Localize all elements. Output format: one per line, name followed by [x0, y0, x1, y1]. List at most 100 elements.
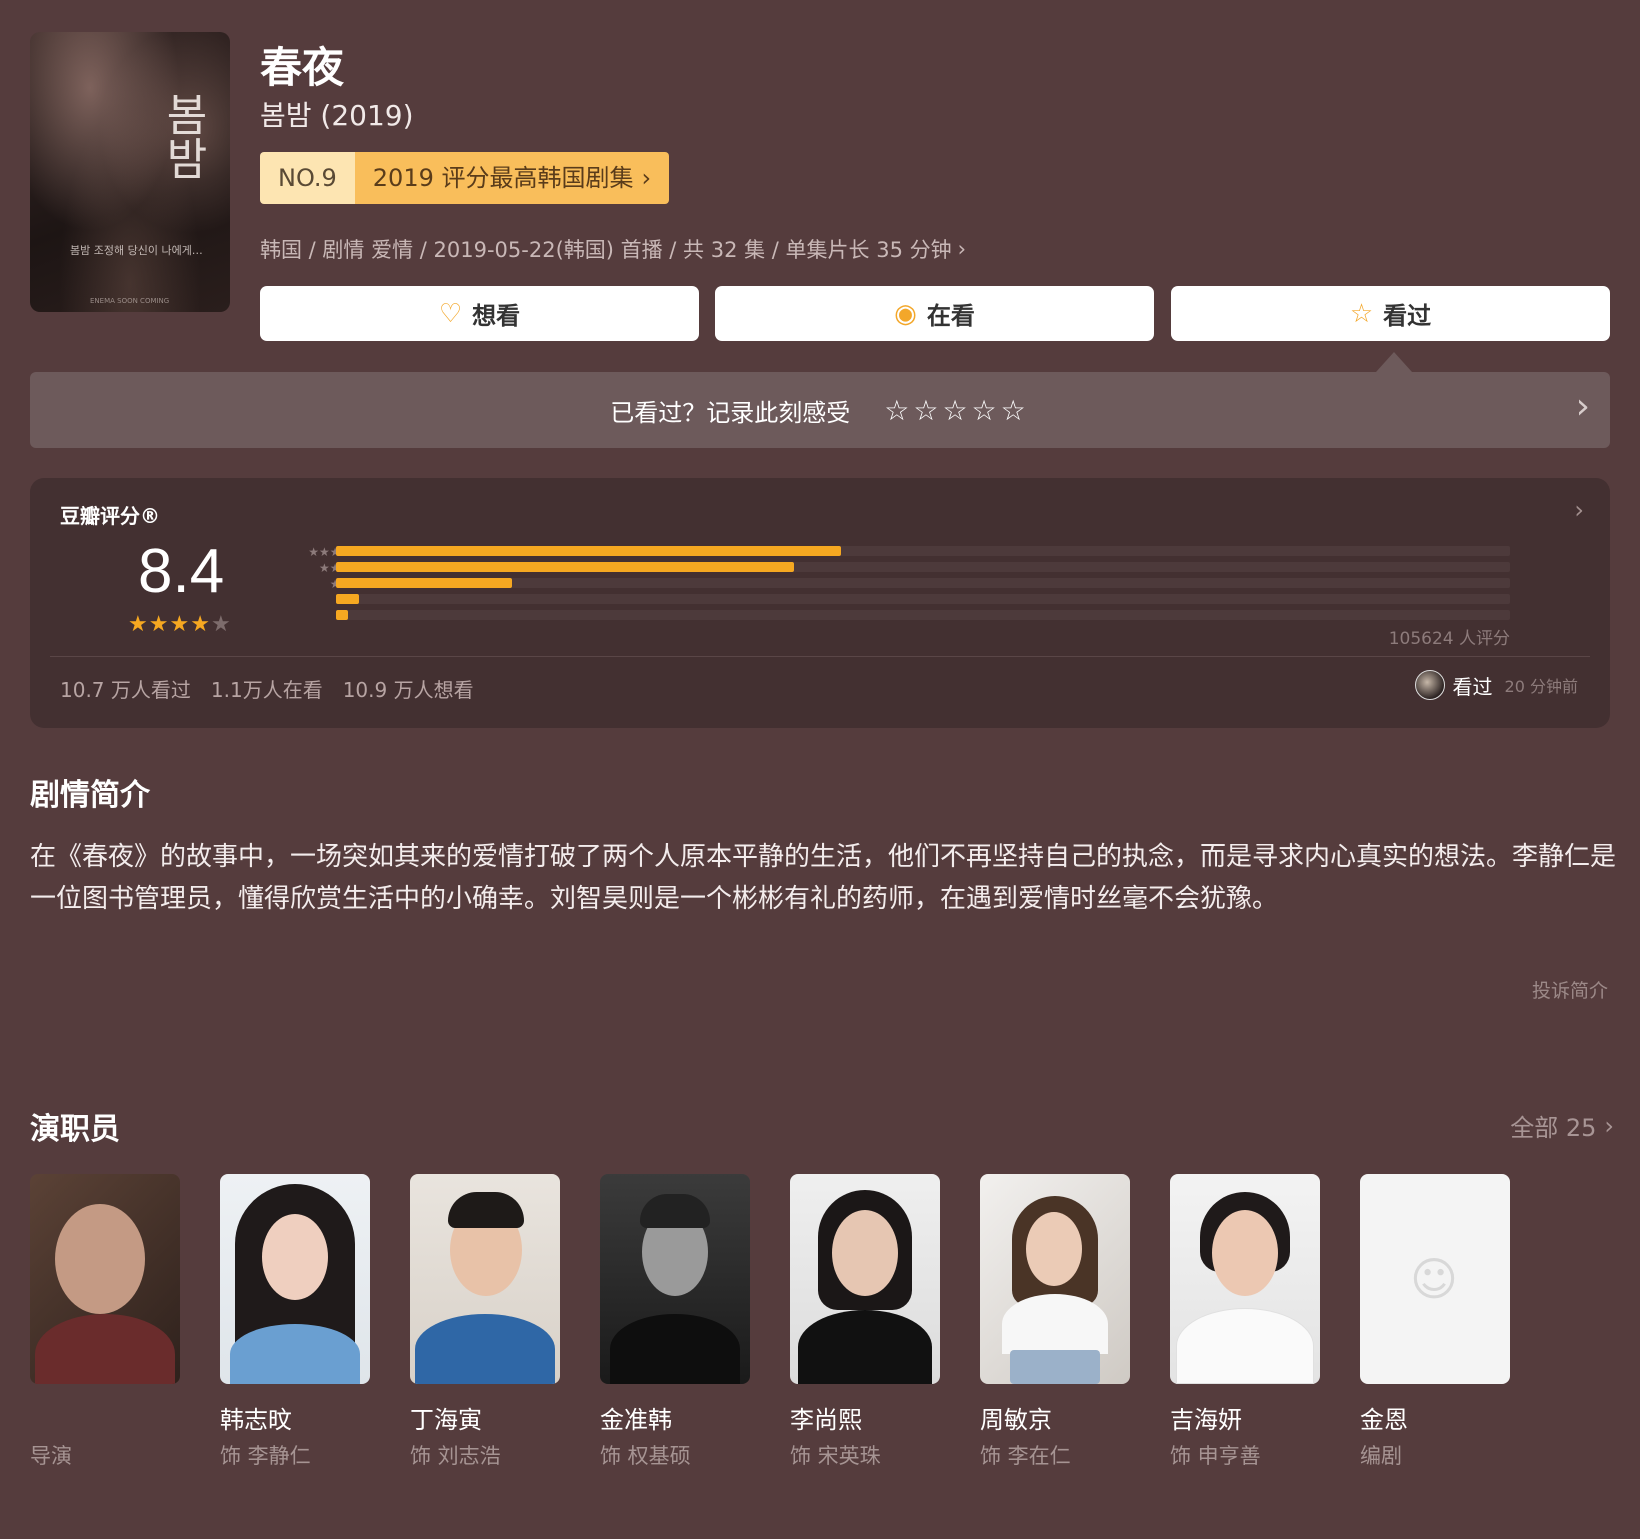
- cast-name: 吉海妍: [1170, 1406, 1242, 1434]
- ranking-number: NO.9: [260, 152, 355, 204]
- heart-plus-icon: ♡: [438, 298, 463, 329]
- watch-stats: 10.7 万人看过 1.1万人在看 10.9 万人想看: [60, 674, 474, 703]
- star-filled-icon: ★: [190, 612, 211, 637]
- cast-name: 金准韩: [600, 1406, 672, 1434]
- cast-photo: [1170, 1174, 1320, 1384]
- distribution-row: [336, 546, 1510, 556]
- watching-button[interactable]: ◉ 在看: [715, 286, 1154, 341]
- distribution-bar: [336, 546, 841, 556]
- cast-name: 韩志旼: [220, 1406, 292, 1434]
- cast-member[interactable]: 金准韩 饰 权基硕: [600, 1174, 750, 1470]
- cast-role: 导演: [30, 1444, 72, 1468]
- popover-pointer: [1376, 352, 1412, 372]
- star-filled-icon: ★: [148, 612, 170, 637]
- cast-member[interactable]: 周敏京 饰 李在仁: [980, 1174, 1130, 1470]
- chevron-right-icon: ›: [957, 237, 967, 261]
- cast-member[interactable]: 吉海妍 饰 申亨善: [1170, 1174, 1320, 1470]
- cast-photo: [30, 1174, 180, 1384]
- cast-photo: [220, 1174, 370, 1384]
- want-to-watch-button[interactable]: ♡ 想看: [260, 286, 699, 341]
- all-cast-label: 全部 25: [1510, 1114, 1597, 1142]
- meta-info-link[interactable]: 韩国 / 剧情 爱情 / 2019-05-22(韩国) 首播 / 共 32 集 …: [260, 234, 966, 264]
- star-empty-icon: ★: [210, 612, 232, 637]
- cast-title: 演职员: [30, 1112, 120, 1147]
- cast-member[interactable]: 李尚熙 饰 宋英珠: [790, 1174, 940, 1470]
- cast-role: 饰 李静仁: [220, 1444, 311, 1468]
- record-feeling-bar[interactable]: 已看过？记录此刻感受 ☆☆☆☆☆ ›: [30, 372, 1610, 448]
- watching-count: 1.1万人在看: [210, 678, 323, 702]
- cast-name: 丁海寅: [410, 1406, 482, 1434]
- target-icon: ◉: [894, 298, 917, 329]
- poster-hangul-title: 봄밤: [157, 92, 208, 180]
- ranking-text: 2019 评分最高韩国剧集: [372, 164, 634, 192]
- cast-role: 饰 刘志浩: [410, 1444, 501, 1468]
- distribution-bar: [336, 562, 794, 572]
- ranking-badge[interactable]: NO.9 2019 评分最高韩国剧集 ›: [260, 152, 670, 204]
- poster-footer-text: ENEMA SOON COMING: [90, 297, 170, 305]
- star-filled-icon: ★: [128, 612, 149, 637]
- star-outline-icon: ☆: [1349, 298, 1374, 329]
- cast-role: 饰 李在仁: [980, 1444, 1071, 1468]
- original-title: 봄밤 (2019): [260, 99, 414, 132]
- cast-photo: ☺: [1360, 1174, 1510, 1384]
- cast-member[interactable]: 丁海寅 饰 刘志浩: [410, 1174, 560, 1470]
- distribution-bar: [336, 610, 348, 620]
- watching-label: 在看: [926, 302, 975, 330]
- rating-card[interactable]: 豆瓣评分® › 8.4 ★★★★★ ★★★★★★★★★★★★★★★ 105624…: [30, 478, 1610, 728]
- cast-name: 李尚熙: [790, 1406, 862, 1434]
- chevron-right-icon: ›: [1604, 1111, 1614, 1140]
- rating-count: 105624 人评分: [1388, 629, 1510, 649]
- theater-mask-icon: ☺: [1410, 1252, 1458, 1306]
- cast-photo: [790, 1174, 940, 1384]
- report-synopsis-link[interactable]: 投诉简介: [1532, 976, 1608, 1003]
- user-action: 看过: [1452, 674, 1493, 699]
- all-cast-link[interactable]: 全部 25 ›: [1510, 1108, 1614, 1143]
- cast-photo: [410, 1174, 560, 1384]
- star-rating-input[interactable]: ☆☆☆☆☆: [884, 394, 1030, 427]
- chevron-right-icon: ›: [641, 164, 652, 192]
- rating-label: 豆瓣评分®: [60, 504, 160, 528]
- distribution-bar: [336, 594, 360, 604]
- meta-info-text: 韩国 / 剧情 爱情 / 2019-05-22(韩国) 首播 / 共 32 集 …: [260, 238, 952, 262]
- page-title: 春夜: [260, 43, 345, 92]
- user-activity[interactable]: 看过 20 分钟前: [1414, 670, 1578, 700]
- cast-photo: [980, 1174, 1130, 1384]
- want-count: 10.9 万人想看: [342, 678, 474, 702]
- star-filled-icon: ★: [169, 612, 191, 637]
- distribution-row: [336, 578, 1510, 588]
- synopsis-text[interactable]: 在《春夜》的故事中，一场突如其来的爱情打破了两个人原本平静的生活，他们不再坚持自…: [30, 836, 1620, 920]
- rating-score: 8.4: [138, 537, 225, 606]
- cast-member[interactable]: ☺ 金恩 编剧: [1360, 1174, 1510, 1470]
- cast-role: 编剧: [1360, 1444, 1402, 1468]
- cast-role: 饰 权基硕: [600, 1444, 691, 1468]
- cast-photo: [600, 1174, 750, 1384]
- distribution-row: [336, 562, 1510, 572]
- poster-tagline: 봄밤 조정해 당신이 나에게…: [70, 244, 203, 257]
- watched-count: 10.7 万人看过: [60, 678, 191, 702]
- watched-label: 看过: [1383, 302, 1432, 330]
- cast-role: 饰 申亨善: [1170, 1444, 1261, 1468]
- cast-name: [30, 1400, 180, 1430]
- cast-name: 金恩: [1360, 1406, 1408, 1434]
- want-to-watch-label: 想看: [472, 302, 521, 330]
- watched-button[interactable]: ☆ 看过: [1171, 286, 1610, 341]
- avatar: [1414, 670, 1445, 700]
- cast-role: 饰 宋英珠: [790, 1444, 881, 1468]
- ranking-label: 2019 评分最高韩国剧集 ›: [354, 152, 670, 204]
- divider: [50, 656, 1590, 657]
- chevron-right-icon[interactable]: ›: [1574, 496, 1584, 524]
- cast-member[interactable]: 导演: [30, 1174, 180, 1470]
- cast-member[interactable]: 韩志旼 饰 李静仁: [220, 1174, 370, 1470]
- distribution-bar: [336, 578, 513, 588]
- record-prompt: 已看过？记录此刻感受: [610, 398, 851, 427]
- rating-distribution: [336, 546, 1510, 626]
- distribution-row: [336, 610, 1510, 620]
- poster-image[interactable]: 봄밤 봄밤 조정해 당신이 나에게… ENEMA SOON COMING: [30, 32, 230, 312]
- cast-name: 周敏京: [980, 1406, 1052, 1434]
- rating-stars: ★★★★★: [128, 612, 232, 637]
- user-action-time: 20 分钟前: [1504, 677, 1578, 696]
- chevron-right-icon: ›: [1575, 386, 1590, 427]
- synopsis-title: 剧情简介: [30, 778, 150, 813]
- drama-detail-page: 봄밤 봄밤 조정해 당신이 나에게… ENEMA SOON COMING 春夜 …: [0, 0, 1640, 1539]
- distribution-row: [336, 594, 1510, 604]
